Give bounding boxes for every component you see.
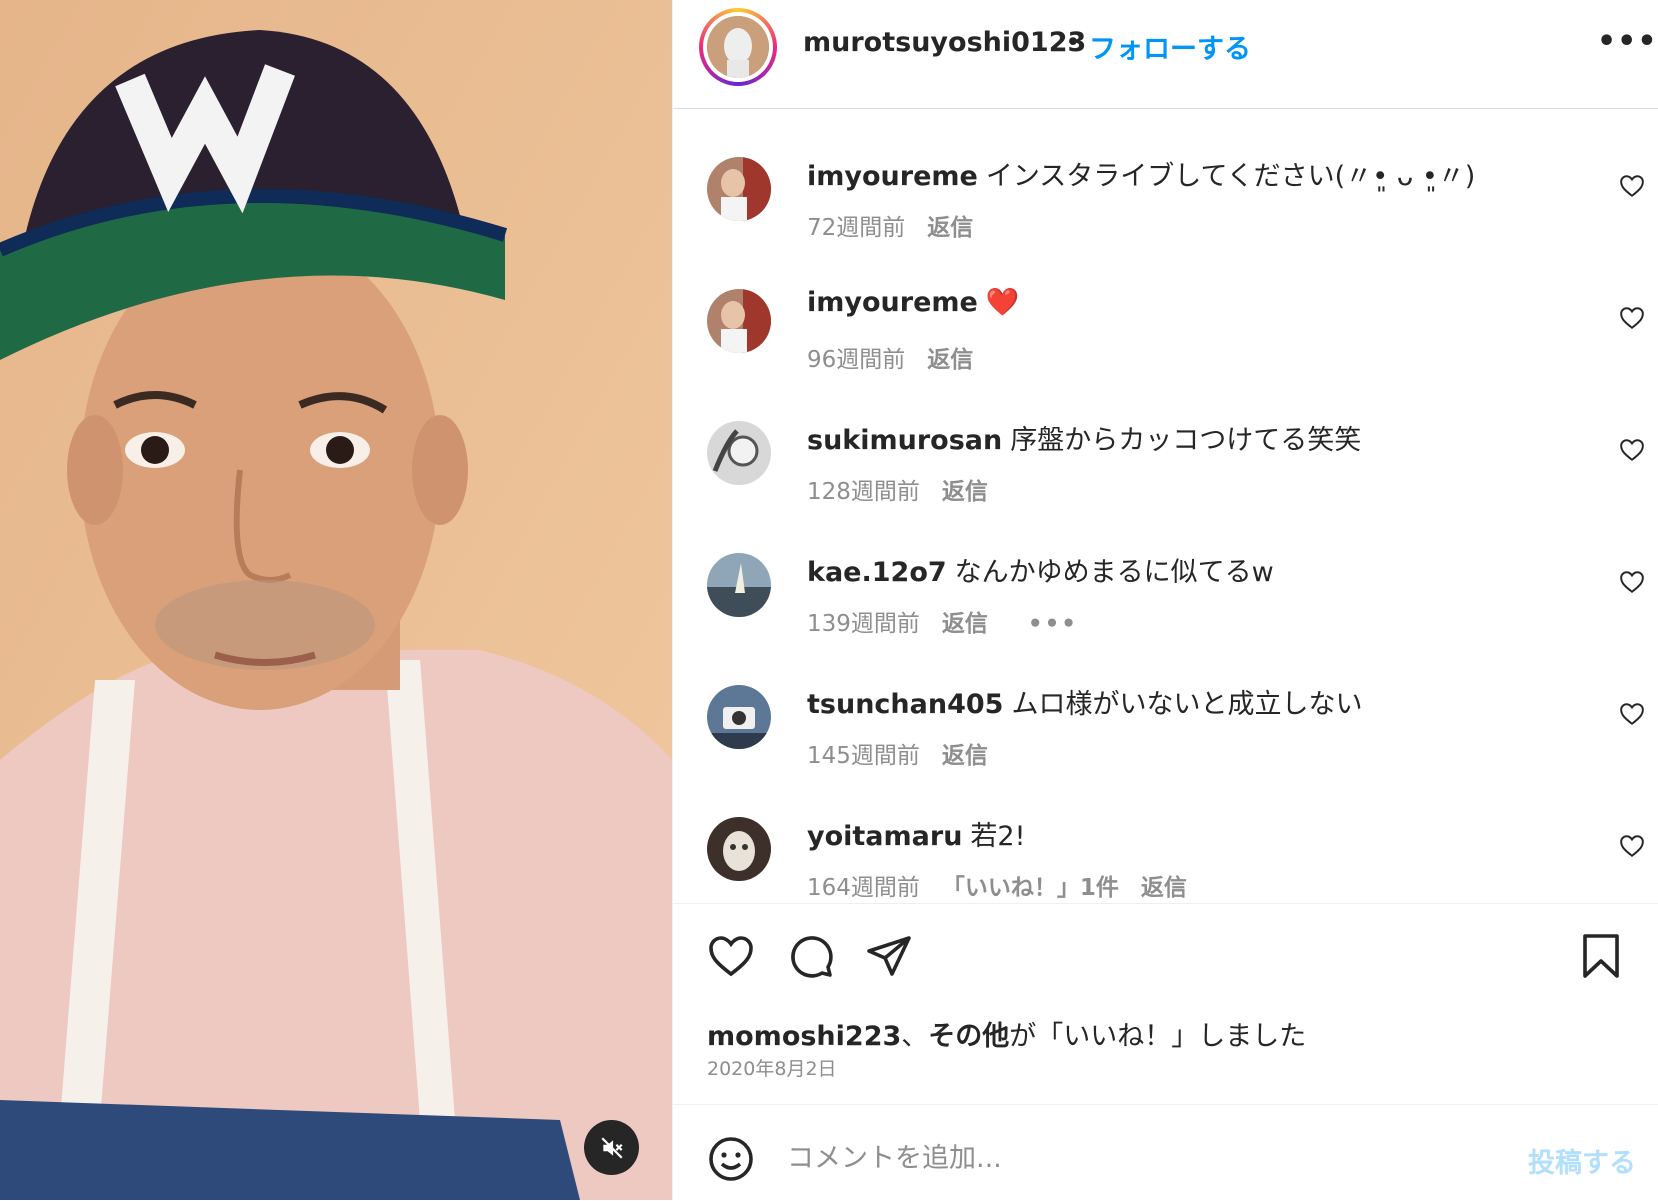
comment-item: imyoureme インスタライブしてください(〃•͈ ᴗ •͈〃) 72週間前返… bbox=[673, 108, 1658, 242]
smiley-icon[interactable] bbox=[707, 1135, 755, 1183]
comment-body: 若2! bbox=[970, 821, 1026, 852]
commenter-username[interactable]: sukimurosan bbox=[807, 425, 1002, 456]
comment-body: インスタライブしてください(〃•͈ ᴗ •͈〃) bbox=[985, 161, 1476, 192]
comment-text: yoitamaru 若2! bbox=[807, 814, 1025, 853]
commenter-avatar[interactable] bbox=[707, 289, 771, 353]
heart-outline-icon[interactable] bbox=[707, 932, 755, 980]
comment-item: yoitamaru 若2! 164週間前 「いいね！」1件 返信 bbox=[673, 768, 1658, 902]
comment-body: 序盤からカッコつけてる笑笑 bbox=[1010, 425, 1362, 456]
reply-button[interactable]: 返信 bbox=[927, 347, 973, 373]
video-frame bbox=[0, 0, 672, 1200]
commenter-username[interactable]: tsunchan405 bbox=[807, 689, 1003, 720]
add-comment-bar: 投稿する bbox=[673, 1104, 1658, 1201]
post-date: 2020年8月2日 bbox=[707, 1058, 837, 1080]
comment-body: ❤️ bbox=[985, 287, 1020, 318]
commenter-avatar[interactable] bbox=[707, 817, 771, 881]
comment-time: 96週間前 bbox=[807, 347, 906, 373]
heart-outline-icon[interactable] bbox=[1619, 306, 1645, 330]
reply-button[interactable]: 返信 bbox=[942, 611, 988, 637]
post-comment-button[interactable]: 投稿する bbox=[1528, 1141, 1636, 1180]
separator-dot: • bbox=[1065, 27, 1081, 58]
commenter-username[interactable]: kae.12o7 bbox=[807, 557, 947, 588]
comment-bubble-icon[interactable] bbox=[787, 932, 835, 980]
comment-item: tsunchan405 ムロ様がいないと成立しない 145週間前 返信 bbox=[673, 636, 1658, 770]
comment-time: 72週間前 bbox=[807, 215, 906, 241]
likes-suffix: が「いいね！」しました bbox=[1009, 1021, 1307, 1052]
heart-outline-icon[interactable] bbox=[1619, 438, 1645, 462]
reply-button[interactable]: 返信 bbox=[927, 215, 973, 241]
likes-summary: momoshi223、その他が「いいね！」しました bbox=[707, 1014, 1306, 1053]
comment-time: 139週間前 bbox=[807, 611, 920, 637]
comment-text: imyoureme ❤️ bbox=[807, 286, 1019, 318]
commenter-avatar[interactable] bbox=[707, 421, 771, 485]
paper-plane-icon[interactable] bbox=[865, 932, 913, 980]
comment-likes-count[interactable]: 「いいね！」1件 bbox=[942, 875, 1119, 901]
comment-text: sukimurosan 序盤からカッコつけてる笑笑 bbox=[807, 418, 1361, 457]
author-avatar[interactable] bbox=[699, 8, 777, 86]
commenter-username[interactable]: yoitamaru bbox=[807, 821, 962, 852]
follow-button[interactable]: フォローする bbox=[1089, 27, 1251, 66]
comment-time: 164週間前 bbox=[807, 875, 920, 901]
more-options-icon[interactable]: ••• bbox=[1597, 24, 1658, 59]
comment-item: sukimurosan 序盤からカッコつけてる笑笑 128週間前 返信 bbox=[673, 372, 1658, 506]
comment-body: なんかゆめまるに似てるw bbox=[954, 557, 1274, 588]
comment-meta: 72週間前 返信 bbox=[807, 208, 973, 242]
heart-outline-icon[interactable] bbox=[1619, 570, 1645, 594]
commenter-username[interactable]: imyoureme bbox=[807, 161, 978, 192]
comment-text: tsunchan405 ムロ様がいないと成立しない bbox=[807, 682, 1362, 721]
commenter-username[interactable]: imyoureme bbox=[807, 287, 978, 318]
comment-time: 128週間前 bbox=[807, 479, 920, 505]
mute-button[interactable] bbox=[584, 1120, 639, 1175]
comment-meta: 96週間前 返信 bbox=[807, 340, 973, 374]
comment-item: kae.12o7 なんかゆめまるに似てるw 139週間前 返信 ••• bbox=[673, 504, 1658, 638]
reply-button[interactable]: 返信 bbox=[942, 743, 988, 769]
comments-list[interactable]: imyoureme インスタライブしてください(〃•͈ ᴗ •͈〃) 72週間前返… bbox=[673, 108, 1658, 902]
comment-item: imyoureme ❤️ 96週間前 返信 bbox=[673, 240, 1658, 374]
comment-more-icon[interactable]: ••• bbox=[1028, 611, 1078, 637]
comment-body: ムロ様がいないと成立しない bbox=[1011, 689, 1363, 720]
author-avatar-image bbox=[707, 16, 769, 78]
post-actions: momoshi223、その他が「いいね！」しました 2020年8月2日 bbox=[673, 903, 1658, 1104]
post-media[interactable] bbox=[0, 0, 672, 1200]
heart-outline-icon[interactable] bbox=[1619, 834, 1645, 858]
post-side-panel: murotsuyoshi0123 • フォローする ••• imyoureme イ… bbox=[672, 0, 1658, 1200]
comment-time: 145週間前 bbox=[807, 743, 920, 769]
likes-separator: 、 bbox=[901, 1021, 929, 1052]
reply-button[interactable]: 返信 bbox=[942, 479, 988, 505]
others-link[interactable]: その他 bbox=[928, 1021, 1009, 1052]
liker-username[interactable]: momoshi223 bbox=[707, 1021, 901, 1052]
heart-outline-icon[interactable] bbox=[1619, 702, 1645, 726]
comment-input[interactable] bbox=[785, 1129, 1469, 1187]
author-username[interactable]: murotsuyoshi0123 bbox=[803, 27, 1086, 58]
bookmark-icon[interactable] bbox=[1577, 932, 1625, 980]
comment-text: imyoureme インスタライブしてください(〃•͈ ᴗ •͈〃) bbox=[807, 154, 1475, 193]
comment-meta: 145週間前 返信 bbox=[807, 736, 988, 770]
heart-outline-icon[interactable] bbox=[1619, 174, 1645, 198]
comment-text: kae.12o7 なんかゆめまるに似てるw bbox=[807, 550, 1274, 589]
comment-meta: 164週間前 「いいね！」1件 返信 bbox=[807, 868, 1187, 902]
comment-meta: 139週間前 返信 ••• bbox=[807, 604, 1078, 638]
post-header: murotsuyoshi0123 • フォローする ••• bbox=[673, 0, 1658, 109]
speaker-muted-icon bbox=[600, 1136, 623, 1159]
reply-button[interactable]: 返信 bbox=[1141, 875, 1187, 901]
comment-meta: 128週間前 返信 bbox=[807, 472, 988, 506]
commenter-avatar[interactable] bbox=[707, 553, 771, 617]
commenter-avatar[interactable] bbox=[707, 685, 771, 749]
commenter-avatar[interactable] bbox=[707, 157, 771, 221]
